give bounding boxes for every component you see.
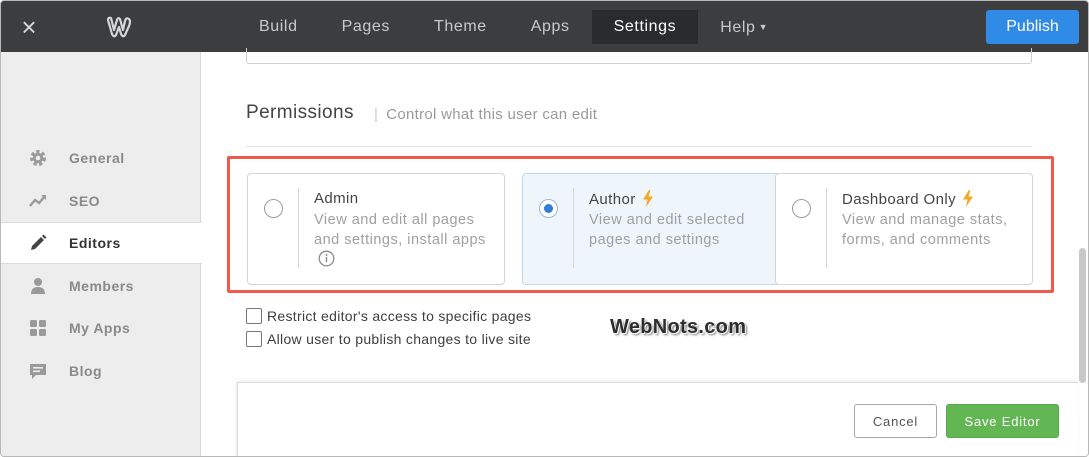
- main-nav: Build Pages Theme Apps Settings Help ▼: [237, 10, 790, 44]
- nav-help-label: Help: [720, 19, 756, 36]
- pencil-icon: [28, 233, 48, 253]
- option-title-text: Admin: [314, 190, 359, 207]
- restrict-pages-checkbox-row[interactable]: Restrict editor's access to specific pag…: [246, 306, 531, 326]
- nav-build[interactable]: Build: [237, 10, 320, 44]
- nav-settings[interactable]: Settings: [591, 10, 699, 44]
- permission-option-admin[interactable]: Admin View and edit all pages and settin…: [247, 173, 505, 285]
- sidebar-item-label: Members: [69, 278, 134, 294]
- option-title: Dashboard Only: [842, 190, 974, 211]
- sidebar-item-blog[interactable]: Blog: [1, 350, 201, 392]
- trend-icon: [28, 191, 48, 211]
- sidebar-item-general[interactable]: General: [1, 137, 201, 179]
- save-editor-button[interactable]: Save Editor: [946, 404, 1059, 438]
- nav-apps-label: Apps: [530, 18, 570, 35]
- admin-radio[interactable]: [264, 199, 283, 218]
- option-description: View and manage stats, forms, and commen…: [842, 212, 1008, 248]
- apps-grid-icon: [28, 318, 48, 338]
- sidebar-item-members[interactable]: Members: [1, 265, 201, 307]
- option-title: Author: [589, 190, 654, 211]
- previous-field: [246, 48, 1032, 64]
- publish-button[interactable]: Publish: [986, 10, 1079, 44]
- scrollbar[interactable]: [1079, 248, 1086, 383]
- option-description: View and edit selected pages and setting…: [589, 212, 745, 248]
- permission-option-dashboard-only[interactable]: Dashboard Only View and manage stats, fo…: [775, 173, 1033, 285]
- permissions-subtitle-text: Control what this user can edit: [386, 106, 598, 123]
- info-icon[interactable]: [318, 250, 335, 273]
- option-description-text: View and edit all pages and settings, in…: [314, 212, 486, 248]
- permissions-title: Permissions: [246, 102, 354, 123]
- card-divider: [826, 188, 827, 268]
- option-title: Admin: [314, 190, 359, 207]
- sidebar-item-label: My Apps: [69, 320, 131, 336]
- nav-apps[interactable]: Apps: [509, 10, 592, 44]
- lightning-bolt-icon: [642, 190, 654, 211]
- close-icon[interactable]: ×: [15, 13, 43, 41]
- nav-settings-label: Settings: [613, 18, 677, 35]
- weebly-logo-icon[interactable]: [105, 13, 133, 41]
- card-divider: [298, 188, 299, 268]
- permission-option-author[interactable]: Author View and edit selected pages and …: [522, 173, 780, 285]
- nav-theme[interactable]: Theme: [412, 10, 509, 44]
- nav-help[interactable]: Help ▼: [698, 10, 790, 44]
- sidebar-item-label: Blog: [69, 363, 103, 379]
- app-window: × Build Pages Theme Apps Settings Help ▼ …: [0, 0, 1089, 457]
- nav-theme-label: Theme: [433, 18, 487, 35]
- settings-sidebar: General SEO Editors Members My Apps Blog: [1, 52, 202, 456]
- allow-publish-checkbox[interactable]: [246, 331, 262, 347]
- divider: [246, 146, 1032, 147]
- sidebar-item-editors[interactable]: Editors: [1, 222, 202, 264]
- checkbox-label: Allow user to publish changes to live si…: [267, 331, 531, 347]
- card-divider: [573, 188, 574, 268]
- chevron-down-icon: ▼: [758, 22, 769, 32]
- option-title-text: Dashboard Only: [842, 191, 956, 208]
- top-bar: × Build Pages Theme Apps Settings Help ▼ …: [1, 1, 1088, 52]
- sidebar-item-my-apps[interactable]: My Apps: [1, 307, 201, 349]
- permissions-subtitle: | Control what this user can edit: [374, 106, 597, 123]
- sidebar-item-label: Editors: [69, 235, 121, 251]
- option-description: View and edit all pages and settings, in…: [314, 210, 494, 273]
- sidebar-item-label: SEO: [69, 193, 101, 209]
- person-icon: [28, 276, 48, 296]
- dashboard-only-radio[interactable]: [792, 199, 811, 218]
- footer-actions: Cancel Save Editor: [237, 382, 1078, 456]
- sidebar-item-label: General: [69, 150, 125, 166]
- allow-publish-checkbox-row[interactable]: Allow user to publish changes to live si…: [246, 329, 531, 349]
- comment-icon: [28, 361, 48, 381]
- author-radio[interactable]: [539, 199, 558, 218]
- checkbox-label: Restrict editor's access to specific pag…: [267, 308, 532, 324]
- watermark: WebNots.com: [610, 316, 747, 338]
- gear-icon: [28, 148, 48, 168]
- editor-settings-panel: Permissions | Control what this user can …: [202, 48, 1088, 456]
- sidebar-item-seo[interactable]: SEO: [1, 180, 201, 222]
- option-title-text: Author: [589, 191, 636, 208]
- nav-pages-label: Pages: [341, 18, 390, 35]
- nav-pages[interactable]: Pages: [320, 10, 412, 44]
- nav-build-label: Build: [259, 18, 298, 35]
- restrict-pages-checkbox[interactable]: [246, 308, 262, 324]
- cancel-button[interactable]: Cancel: [854, 404, 937, 438]
- lightning-bolt-icon: [962, 190, 974, 211]
- separator: |: [374, 106, 379, 123]
